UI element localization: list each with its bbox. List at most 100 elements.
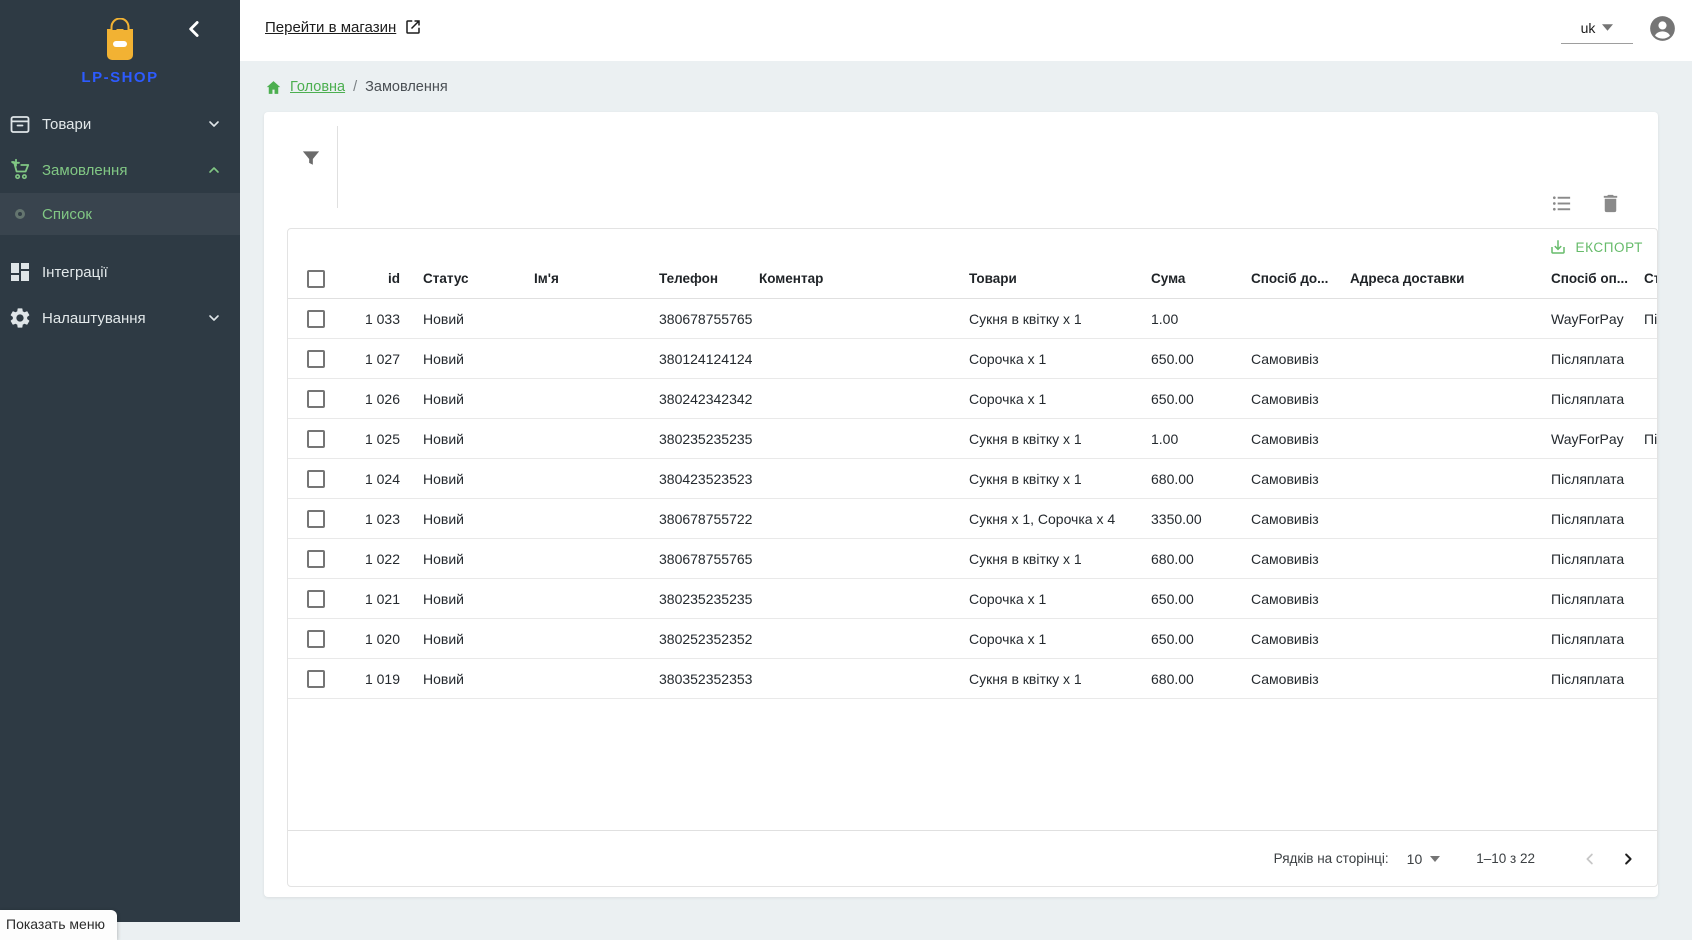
cell-payment: Післяплата <box>1551 659 1624 698</box>
sidebar-item-orders[interactable]: Замовлення <box>0 147 240 193</box>
cell-phone: 380124124124 <box>659 339 752 378</box>
column-header-comment[interactable]: Коментар <box>759 259 823 298</box>
go-to-store-link[interactable]: Перейти в магазин <box>265 18 422 36</box>
export-button[interactable]: ЕКСПОРТ <box>1545 236 1647 258</box>
next-page-button[interactable] <box>1613 844 1643 874</box>
checkbox-icon[interactable] <box>307 550 325 568</box>
cell-payment: Післяплата <box>1551 379 1624 418</box>
column-header-id[interactable]: id <box>340 259 400 298</box>
column-header-status[interactable]: Статус <box>423 259 469 298</box>
table-pagination: Рядків на сторінці: 10 1–10 з 22 <box>288 830 1657 886</box>
cell-payment: WayForPay <box>1551 419 1624 458</box>
row-checkbox[interactable] <box>307 659 325 698</box>
cell-payment: Післяплата <box>1551 579 1624 618</box>
cell-sum: 650.00 <box>1151 579 1194 618</box>
checkbox-icon[interactable] <box>307 430 325 448</box>
cell-id: 1 022 <box>340 539 400 578</box>
column-header-payment-status[interactable]: Ст <box>1644 259 1658 298</box>
column-header-address[interactable]: Адреса доставки <box>1350 259 1464 298</box>
row-checkbox[interactable] <box>307 299 325 338</box>
column-header-phone[interactable]: Телефон <box>659 259 718 298</box>
rows-per-page-select[interactable]: 10 <box>1407 851 1441 867</box>
table-row[interactable]: 1 023Новий380678755722Сукня x 1, Сорочка… <box>288 499 1658 539</box>
cell-sum: 680.00 <box>1151 659 1194 698</box>
column-header-payment[interactable]: Спосіб оп... <box>1551 259 1628 298</box>
checkbox-icon[interactable] <box>307 390 325 408</box>
rows-per-page-value: 10 <box>1407 851 1423 867</box>
pagination-range: 1–10 з 22 <box>1476 851 1535 866</box>
table-row[interactable]: 1 026Новий380242342342Сорочка x 1650.00С… <box>288 379 1658 419</box>
table-row[interactable]: 1 020Новий380252352352Сорочка x 1650.00С… <box>288 619 1658 659</box>
cell-sum: 680.00 <box>1151 459 1194 498</box>
box-icon <box>8 112 32 136</box>
home-icon <box>265 79 282 96</box>
table-row[interactable]: 1 025Новий380235235235Сукня в квітку x 1… <box>288 419 1658 459</box>
column-header-delivery[interactable]: Спосіб до... <box>1251 259 1328 298</box>
column-header-sum[interactable]: Сума <box>1151 259 1185 298</box>
cell-sum: 1.00 <box>1151 419 1178 458</box>
select-all-checkbox[interactable] <box>307 259 325 298</box>
cell-phone: 380678755765 <box>659 539 752 578</box>
cell-products: Сорочка x 1 <box>969 379 1046 418</box>
checkbox-icon[interactable] <box>307 630 325 648</box>
row-checkbox[interactable] <box>307 379 325 418</box>
sidebar-menu: Товари Замовлення Список <box>0 101 240 341</box>
checkbox-icon[interactable] <box>307 670 325 688</box>
checkbox-icon[interactable] <box>307 310 325 328</box>
cell-status: Новий <box>423 579 464 618</box>
download-icon <box>1549 238 1567 256</box>
previous-page-button[interactable] <box>1575 844 1605 874</box>
table-header-row: id Статус Ім'я Телефон Коментар Товари С… <box>288 259 1658 299</box>
chevron-right-icon <box>1619 850 1637 868</box>
row-checkbox[interactable] <box>307 619 325 658</box>
cell-delivery: Самовивіз <box>1251 379 1319 418</box>
row-checkbox[interactable] <box>307 499 325 538</box>
chevron-left-icon <box>1581 850 1599 868</box>
cell-id: 1 021 <box>340 579 400 618</box>
cell-payment: Післяплата <box>1551 459 1624 498</box>
checkbox-icon[interactable] <box>307 590 325 608</box>
checkbox-icon[interactable] <box>307 510 325 528</box>
column-header-name[interactable]: Ім'я <box>534 259 559 298</box>
user-avatar-button[interactable] <box>1649 15 1676 42</box>
table-row[interactable]: 1 027Новий380124124124Сорочка x 1650.00С… <box>288 339 1658 379</box>
trash-icon[interactable] <box>1599 192 1622 215</box>
column-header-products[interactable]: Товари <box>969 259 1017 298</box>
cell-phone: 380252352352 <box>659 619 752 658</box>
cell-status: Новий <box>423 619 464 658</box>
row-checkbox[interactable] <box>307 459 325 498</box>
cell-sum: 650.00 <box>1151 619 1194 658</box>
sidebar-item-settings[interactable]: Налаштування <box>0 295 240 341</box>
row-checkbox[interactable] <box>307 539 325 578</box>
table-row[interactable]: 1 019Новий380352352353Сукня в квітку x 1… <box>288 659 1658 699</box>
checkbox-icon[interactable] <box>307 270 325 288</box>
cell-id: 1 020 <box>340 619 400 658</box>
view-list-icon[interactable] <box>1550 192 1573 215</box>
table-row[interactable]: 1 022Новий380678755765Сукня в квітку x 1… <box>288 539 1658 579</box>
export-label: ЕКСПОРТ <box>1575 240 1643 255</box>
sidebar-item-products[interactable]: Товари <box>0 101 240 147</box>
sidebar-item-label: Налаштування <box>42 310 206 327</box>
row-checkbox[interactable] <box>307 419 325 458</box>
checkbox-icon[interactable] <box>307 470 325 488</box>
row-checkbox[interactable] <box>307 339 325 378</box>
sidebar-item-orders-list[interactable]: Список <box>0 193 240 235</box>
table-row[interactable]: 1 024Новий380423523523Сукня в квітку x 1… <box>288 459 1658 499</box>
table-toolbar <box>1550 192 1622 215</box>
table-row[interactable]: 1 021Новий380235235235Сорочка x 1650.00С… <box>288 579 1658 619</box>
cell-id: 1 027 <box>340 339 400 378</box>
language-select[interactable]: uk <box>1561 12 1633 44</box>
breadcrumb-home-link[interactable]: Головна <box>290 79 345 95</box>
cell-products: Сукня в квітку x 1 <box>969 659 1082 698</box>
filter-divider <box>337 126 338 208</box>
cell-delivery: Самовивіз <box>1251 419 1319 458</box>
checkbox-icon[interactable] <box>307 350 325 368</box>
top-header: Перейти в магазин uk <box>240 0 1692 61</box>
row-checkbox[interactable] <box>307 579 325 618</box>
logo-title: LP-SHOP <box>0 69 240 86</box>
sidebar-item-integrations[interactable]: Інтеграції <box>0 249 240 295</box>
filter-button[interactable] <box>298 146 324 172</box>
table-row[interactable]: 1 033Новий380678755765Сукня в квітку x 1… <box>288 299 1658 339</box>
external-link-icon <box>404 18 422 36</box>
app-logo: LP-SHOP <box>0 18 240 86</box>
